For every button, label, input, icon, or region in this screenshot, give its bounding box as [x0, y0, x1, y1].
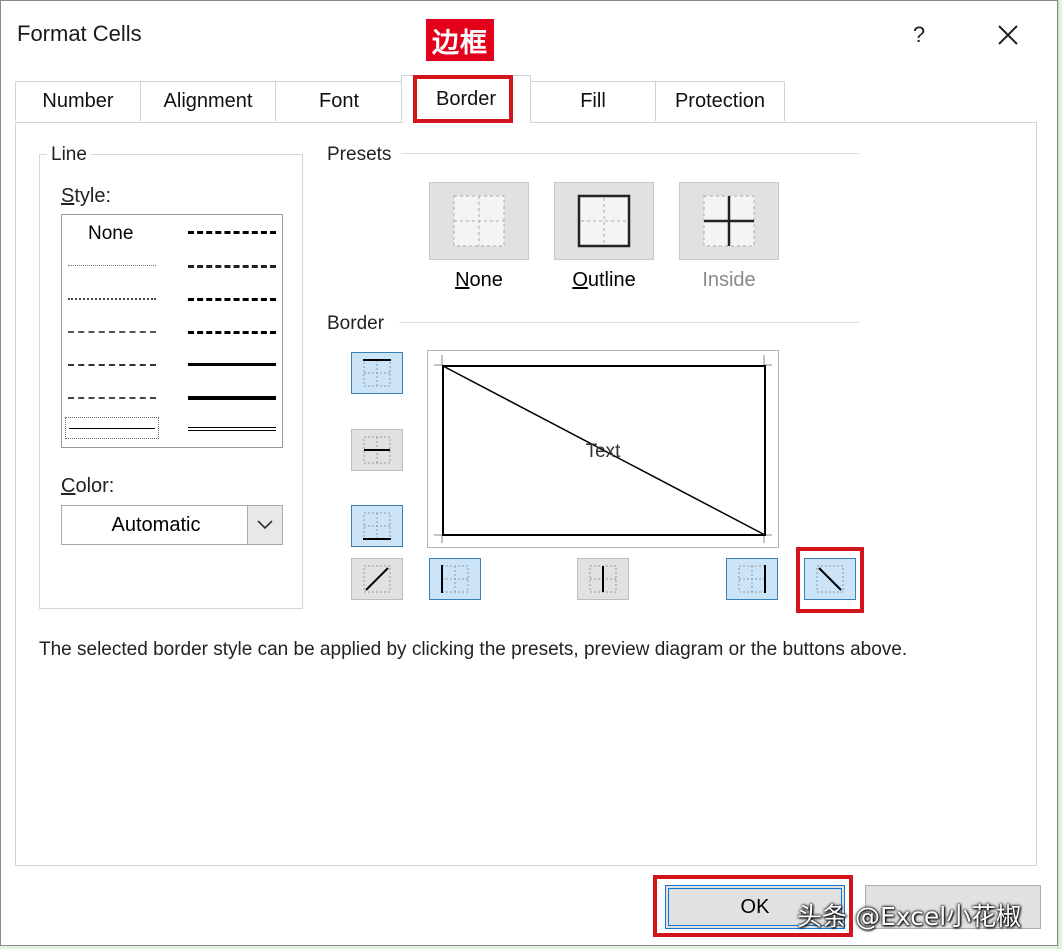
- style-label-text: tyle:: [74, 185, 112, 207]
- border-diagonal-down-button[interactable]: [804, 558, 856, 600]
- border-bottom-button[interactable]: [351, 505, 403, 547]
- color-select[interactable]: Automatic: [61, 505, 283, 545]
- preset-outline-button[interactable]: [554, 182, 654, 260]
- title-bar: Format Cells ?: [1, 1, 1057, 71]
- border-inside-horizontal-button[interactable]: [351, 429, 403, 471]
- line-style-dashed[interactable]: [68, 397, 156, 399]
- chevron-down-icon: [257, 520, 273, 530]
- presets-separator: [401, 153, 859, 154]
- preview-text: Text: [585, 441, 621, 462]
- border-diagonal-down-icon: [816, 565, 844, 593]
- border-inside-vertical-icon: [589, 565, 617, 593]
- tab-font[interactable]: Font: [275, 81, 403, 121]
- format-cells-dialog: Format Cells ? 边框 Number Alignment Font …: [0, 0, 1058, 946]
- border-inside-horizontal-icon: [363, 436, 391, 464]
- preset-none-label: None: [455, 269, 503, 291]
- tab-fill[interactable]: Fill: [530, 81, 656, 121]
- preset-inside-label: Inside: [702, 269, 756, 291]
- line-style-medium-dash-dot[interactable]: [188, 298, 276, 301]
- line-style-dotted[interactable]: [68, 298, 156, 300]
- watermark: 头条 @Excel小花椒: [797, 902, 1022, 931]
- line-style-medium[interactable]: [188, 363, 276, 366]
- color-dropdown-button[interactable]: [247, 506, 282, 544]
- border-top-button[interactable]: [351, 352, 403, 394]
- close-button[interactable]: [983, 13, 1033, 57]
- hint-text: The selected border style can be applied…: [39, 639, 908, 660]
- border-bottom-icon: [363, 512, 391, 540]
- presets-legend: Presets: [323, 144, 396, 166]
- tab-number[interactable]: Number: [15, 81, 141, 121]
- preset-outline-label: Outline: [572, 269, 636, 291]
- line-style-double[interactable]: [188, 427, 276, 431]
- style-label: Style:: [61, 185, 112, 207]
- line-style-medium-dashed[interactable]: [188, 331, 276, 334]
- border-left-icon: [441, 565, 469, 593]
- border-separator: [399, 322, 859, 323]
- preset-outline-label-text: utline: [587, 269, 636, 291]
- line-style-dash-dot-dot[interactable]: [68, 331, 156, 333]
- close-icon: [998, 25, 1018, 45]
- preset-none-label-text: one: [469, 269, 503, 291]
- border-right-icon: [738, 565, 766, 593]
- line-style-thin-selected[interactable]: [65, 417, 159, 439]
- line-legend: Line: [47, 144, 91, 166]
- border-top-icon: [363, 359, 391, 387]
- color-select-value: Automatic: [111, 513, 201, 536]
- line-style-hair[interactable]: [68, 265, 156, 266]
- line-style-thick[interactable]: [188, 396, 276, 400]
- preset-inside-button[interactable]: [679, 182, 779, 260]
- line-style-slant-dash-dot[interactable]: [188, 265, 276, 268]
- preset-inside-icon: [703, 195, 755, 247]
- line-style-medium-dash-dot-dot[interactable]: [188, 231, 276, 234]
- color-label: Color:: [61, 475, 115, 497]
- border-inside-vertical-button[interactable]: [577, 558, 629, 600]
- border-preview[interactable]: Text: [427, 350, 779, 548]
- border-right-button[interactable]: [726, 558, 778, 600]
- line-style-dash-dot[interactable]: [68, 364, 156, 366]
- line-style-list[interactable]: None: [61, 214, 283, 448]
- tab-border[interactable]: Border: [401, 75, 531, 123]
- tab-protection[interactable]: Protection: [655, 81, 785, 121]
- help-button[interactable]: ?: [897, 13, 941, 57]
- line-style-none[interactable]: None: [88, 223, 133, 245]
- annotation-label: 边框: [426, 19, 494, 61]
- preset-none-icon: [453, 195, 505, 247]
- line-style-thin: [69, 428, 155, 429]
- color-label-text: olor:: [75, 475, 115, 497]
- preset-outline-icon: [577, 194, 631, 248]
- preset-none-button[interactable]: [429, 182, 529, 260]
- dialog-title: Format Cells: [17, 21, 142, 46]
- tab-alignment[interactable]: Alignment: [140, 81, 276, 121]
- border-left-button[interactable]: [429, 558, 481, 600]
- border-diagonal-up-button[interactable]: [351, 558, 403, 600]
- border-diagonal-up-icon: [363, 565, 391, 593]
- border-legend: Border: [323, 313, 389, 335]
